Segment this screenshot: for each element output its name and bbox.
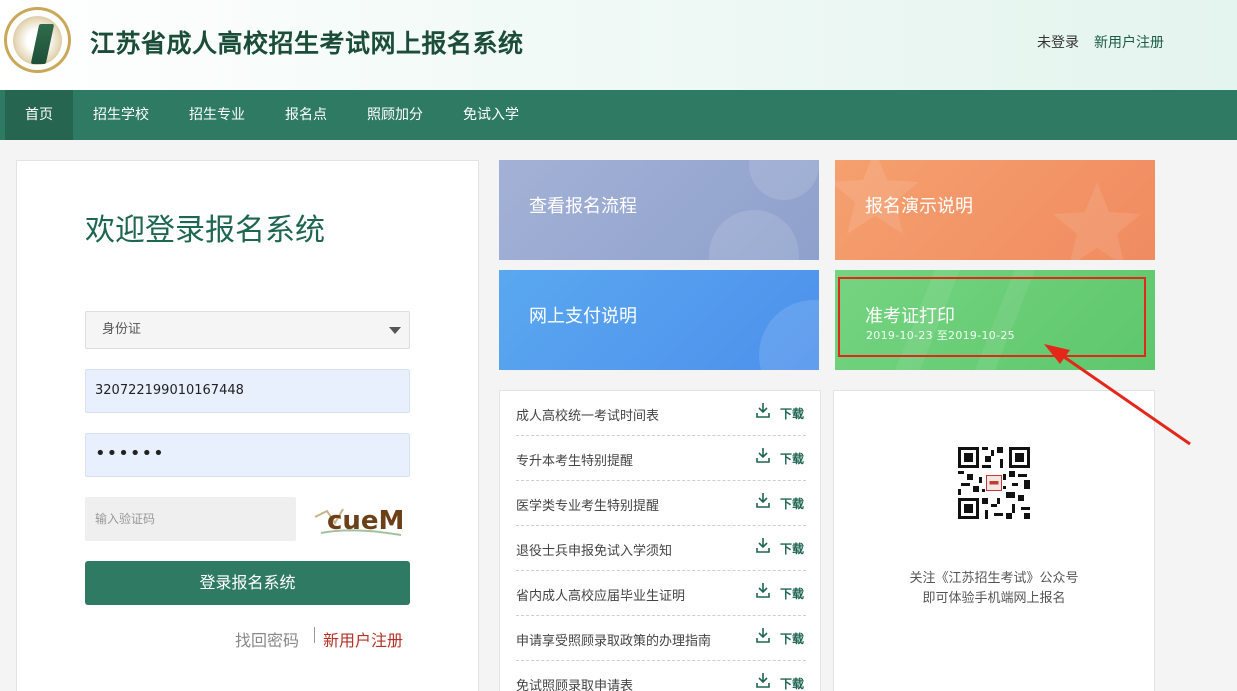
download-link[interactable]: 下载 bbox=[780, 630, 804, 647]
download-title: 医学类专业考生特别提醒 bbox=[516, 499, 660, 514]
site-logo[interactable] bbox=[4, 7, 71, 73]
tile-application-demo[interactable]: 报名演示说明 bbox=[835, 160, 1155, 260]
download-title: 成人高校统一考试时间表 bbox=[516, 409, 660, 424]
download-link[interactable]: 下载 bbox=[780, 540, 804, 557]
qr-caption-line1: 关注《江苏招生考试》公众号 bbox=[909, 571, 1079, 586]
site-title: 江苏省成人高校招生考试网上报名系统 bbox=[90, 29, 524, 58]
tile-label: 查看报名流程 bbox=[529, 196, 637, 217]
download-link[interactable]: 下载 bbox=[780, 405, 804, 422]
list-item[interactable]: 退役士兵申报免试入学须知 下载 bbox=[516, 526, 806, 571]
download-icon bbox=[756, 493, 770, 508]
download-icon bbox=[756, 583, 770, 598]
login-status[interactable]: 未登录 bbox=[1037, 32, 1079, 52]
nav-item-sites[interactable]: 报名点 bbox=[270, 90, 342, 140]
forgot-password-link[interactable]: 找回密码 bbox=[235, 627, 299, 651]
download-title: 专升本考生特别提醒 bbox=[516, 454, 634, 469]
id-type-value: 身份证 bbox=[102, 322, 142, 337]
login-button[interactable]: 登录报名系统 bbox=[85, 561, 410, 605]
qr-code-icon bbox=[958, 447, 1030, 519]
list-item[interactable]: 省内成人高校应届毕业生证明 下载 bbox=[516, 571, 806, 616]
download-link[interactable]: 下载 bbox=[780, 675, 804, 691]
tile-label: 网上支付说明 bbox=[529, 306, 637, 327]
list-item[interactable]: 免试照顾录取申请表 下载 bbox=[516, 661, 806, 691]
annotation-arrow-icon bbox=[1044, 344, 1191, 446]
nav-item-bonus[interactable]: 照顾加分 bbox=[352, 90, 438, 140]
tile-decoration bbox=[759, 300, 819, 370]
id-number-input[interactable]: 320722199010167448 bbox=[85, 369, 410, 413]
nav-item-schools[interactable]: 招生学校 bbox=[78, 90, 164, 140]
nav-item-home[interactable]: 首页 bbox=[5, 90, 73, 140]
tile-decoration bbox=[709, 210, 799, 260]
captcha-image[interactable]: cueM bbox=[313, 499, 405, 541]
download-link[interactable]: 下载 bbox=[780, 495, 804, 512]
download-icon bbox=[756, 448, 770, 463]
password-input[interactable]: •••••• bbox=[85, 433, 410, 477]
download-title: 申请享受照顾录取政策的办理指南 bbox=[516, 634, 712, 649]
download-icon bbox=[756, 538, 770, 553]
login-panel: 欢迎登录报名系统 身份证 320722199010167448 •••••• 输… bbox=[16, 160, 479, 691]
tile-decoration bbox=[749, 160, 819, 200]
id-type-select[interactable]: 身份证 bbox=[85, 311, 410, 349]
download-icon bbox=[756, 628, 770, 643]
list-item[interactable]: 医学类专业考生特别提醒 下载 bbox=[516, 481, 806, 526]
main-nav: 首页 招生学校 招生专业 报名点 照顾加分 免试入学 bbox=[0, 90, 1237, 140]
download-icon bbox=[756, 673, 770, 688]
tile-online-payment[interactable]: 网上支付说明 bbox=[499, 270, 819, 370]
chevron-down-icon bbox=[389, 327, 401, 334]
login-title: 欢迎登录报名系统 bbox=[85, 213, 325, 248]
download-link[interactable]: 下载 bbox=[780, 450, 804, 467]
tile-application-flow[interactable]: 查看报名流程 bbox=[499, 160, 819, 260]
link-divider bbox=[314, 627, 315, 643]
download-link[interactable]: 下载 bbox=[780, 585, 804, 602]
nav-item-majors[interactable]: 招生专业 bbox=[174, 90, 260, 140]
header-register-link[interactable]: 新用户注册 bbox=[1094, 32, 1164, 52]
header: 江苏省成人高校招生考试网上报名系统 未登录 新用户注册 bbox=[0, 0, 1237, 90]
qr-caption-line2: 即可体验手机端网上报名 bbox=[922, 591, 1066, 606]
logo-emblem bbox=[13, 16, 62, 65]
nav-item-exempt[interactable]: 免试入学 bbox=[448, 90, 534, 140]
download-icon bbox=[756, 403, 770, 418]
list-item[interactable]: 成人高校统一考试时间表 下载 bbox=[516, 391, 806, 436]
tile-label: 报名演示说明 bbox=[865, 196, 973, 217]
download-title: 免试照顾录取申请表 bbox=[516, 679, 634, 691]
captcha-input[interactable]: 输入验证码 bbox=[85, 497, 296, 541]
downloads-panel: 成人高校统一考试时间表 下载 专升本考生特别提醒 下载 医学类专业考生特别提醒 … bbox=[499, 390, 821, 691]
download-title: 退役士兵申报免试入学须知 bbox=[516, 544, 673, 559]
captcha-text: cueM bbox=[327, 506, 404, 536]
list-item[interactable]: 申请享受照顾录取政策的办理指南 下载 bbox=[516, 616, 806, 661]
register-link[interactable]: 新用户注册 bbox=[323, 627, 403, 651]
download-title: 省内成人高校应届毕业生证明 bbox=[516, 589, 686, 604]
logo-book-icon bbox=[30, 24, 55, 64]
list-item[interactable]: 专升本考生特别提醒 下载 bbox=[516, 436, 806, 481]
